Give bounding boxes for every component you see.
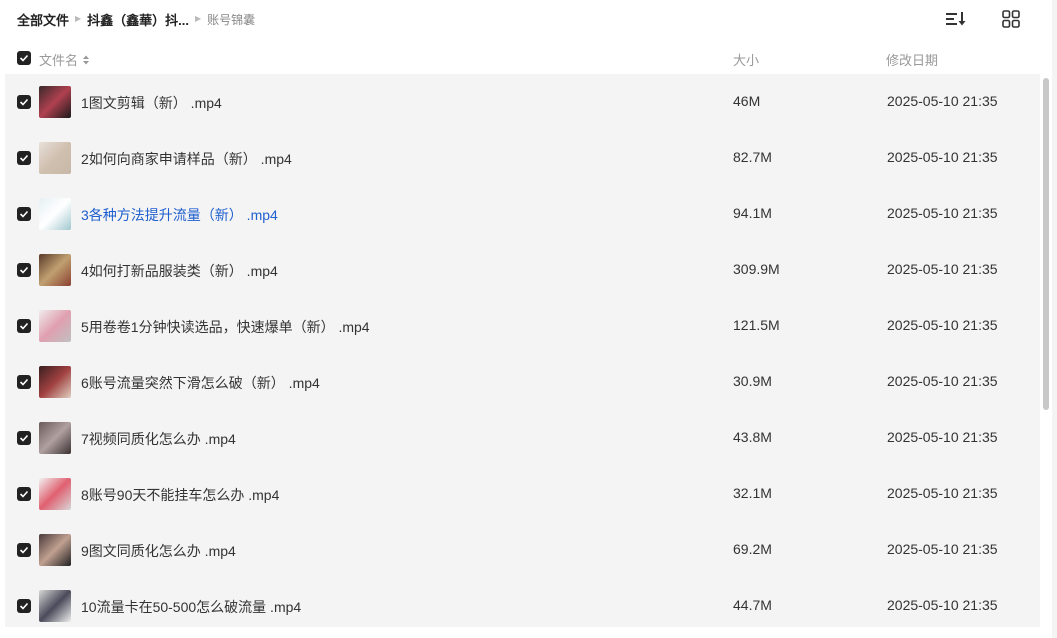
breadcrumb-current: 账号锦囊 (207, 13, 256, 27)
file-row[interactable]: 5用卷卷1分钟快读选品，快速爆单（新） .mp4 121.5M 2025-05-10… (5, 298, 1040, 354)
file-name[interactable]: 3各种方法提升流量（新） .mp4 (81, 205, 278, 225)
panel-edge (1052, 0, 1057, 638)
file-row[interactable]: 8账号90天不能挂车怎么办 .mp4 32.1M 2025-05-10 21:35 (5, 466, 1040, 522)
name-column-header[interactable]: 文件名 (39, 50, 90, 69)
breadcrumb-root[interactable]: 全部文件 (17, 10, 69, 29)
column-header: 文件名 大小 修改日期 (0, 44, 1040, 72)
row-checkbox[interactable] (17, 95, 31, 109)
file-name[interactable]: 9图文同质化怎么办 .mp4 (81, 541, 236, 561)
sort-list-icon[interactable] (943, 6, 969, 32)
video-thumbnail[interactable] (39, 590, 71, 622)
file-list: 1图文剪辑（新） .mp4 46M 2025-05-10 21:35 2如何向商家申请… (5, 74, 1040, 627)
row-checkbox[interactable] (17, 263, 31, 277)
file-date: 2025-05-10 21:35 (887, 597, 998, 613)
scrollbar-thumb[interactable] (1043, 78, 1049, 410)
file-name[interactable]: 1图文剪辑（新） .mp4 (81, 93, 222, 113)
file-row[interactable]: 3各种方法提升流量（新） .mp4 94.1M 2025-05-10 21:35 (5, 186, 1040, 242)
video-thumbnail[interactable] (39, 366, 71, 398)
file-name[interactable]: 2如何向商家申请样品（新） .mp4 (81, 149, 292, 169)
file-date: 2025-05-10 21:35 (887, 205, 998, 221)
breadcrumb: 全部文件 ▶ 抖鑫（鑫華）抖... ▶ 账号锦囊 (17, 10, 255, 29)
file-size: 69.2M (733, 541, 772, 557)
file-name[interactable]: 5用卷卷1分钟快读选品，快速爆单（新） .mp4 (81, 317, 370, 337)
video-thumbnail[interactable] (39, 478, 71, 510)
file-date: 2025-05-10 21:35 (887, 429, 998, 445)
row-checkbox[interactable] (17, 207, 31, 221)
file-date: 2025-05-10 21:35 (887, 373, 998, 389)
file-size: 46M (733, 93, 761, 109)
breadcrumb-separator-icon: ▶ (195, 14, 202, 23)
file-name[interactable]: 7视频同质化怎么办 .mp4 (81, 429, 236, 449)
sort-toggle-icon (83, 55, 90, 64)
file-date: 2025-05-10 21:35 (887, 261, 998, 277)
row-checkbox[interactable] (17, 599, 31, 613)
video-thumbnail[interactable] (39, 534, 71, 566)
row-checkbox[interactable] (17, 375, 31, 389)
file-name[interactable]: 4如何打新品服装类（新） .mp4 (81, 261, 278, 281)
row-checkbox[interactable] (17, 431, 31, 445)
row-checkbox[interactable] (17, 151, 31, 165)
file-row[interactable]: 10流量卡在50-500怎么破流量 .mp4 44.7M 2025-05-10 21… (5, 578, 1040, 634)
file-name[interactable]: 6账号流量突然下滑怎么破（新） .mp4 (81, 373, 320, 393)
file-row[interactable]: 6账号流量突然下滑怎么破（新） .mp4 30.9M 2025-05-10 21:3… (5, 354, 1040, 410)
file-date: 2025-05-10 21:35 (887, 485, 998, 501)
grid-view-icon[interactable] (998, 6, 1024, 32)
file-date: 2025-05-10 21:35 (887, 93, 998, 109)
file-size: 121.5M (733, 317, 780, 333)
row-checkbox[interactable] (17, 487, 31, 501)
file-size: 30.9M (733, 373, 772, 389)
video-thumbnail[interactable] (39, 422, 71, 454)
file-size: 94.1M (733, 205, 772, 221)
file-size: 43.8M (733, 429, 772, 445)
video-thumbnail[interactable] (39, 310, 71, 342)
name-column-label: 文件名 (39, 53, 79, 68)
file-row[interactable]: 2如何向商家申请样品（新） .mp4 82.7M 2025-05-10 21:35 (5, 130, 1040, 186)
top-bar: 全部文件 ▶ 抖鑫（鑫華）抖... ▶ 账号锦囊 (0, 0, 1057, 38)
size-column-header[interactable]: 大小 (733, 50, 759, 69)
file-row[interactable]: 9图文同质化怎么办 .mp4 69.2M 2025-05-10 21:35 (5, 522, 1040, 578)
file-date: 2025-05-10 21:35 (887, 149, 998, 165)
video-thumbnail[interactable] (39, 86, 71, 118)
breadcrumb-separator-icon: ▶ (75, 14, 82, 23)
video-thumbnail[interactable] (39, 198, 71, 230)
file-date: 2025-05-10 21:35 (887, 317, 998, 333)
file-size: 32.1M (733, 485, 772, 501)
row-checkbox[interactable] (17, 543, 31, 557)
file-size: 44.7M (733, 597, 772, 613)
file-size: 82.7M (733, 149, 772, 165)
date-column-header[interactable]: 修改日期 (886, 50, 938, 69)
row-checkbox[interactable] (17, 319, 31, 333)
select-all-checkbox[interactable] (17, 51, 31, 65)
file-date: 2025-05-10 21:35 (887, 541, 998, 557)
file-name[interactable]: 8账号90天不能挂车怎么办 .mp4 (81, 485, 279, 505)
video-thumbnail[interactable] (39, 254, 71, 286)
file-row[interactable]: 7视频同质化怎么办 .mp4 43.8M 2025-05-10 21:35 (5, 410, 1040, 466)
file-row[interactable]: 4如何打新品服装类（新） .mp4 309.9M 2025-05-10 21:35 (5, 242, 1040, 298)
file-name[interactable]: 10流量卡在50-500怎么破流量 .mp4 (81, 597, 301, 617)
file-row[interactable]: 1图文剪辑（新） .mp4 46M 2025-05-10 21:35 (5, 74, 1040, 130)
video-thumbnail[interactable] (39, 142, 71, 174)
file-size: 309.9M (733, 261, 780, 277)
breadcrumb-parent[interactable]: 抖鑫（鑫華）抖... (87, 10, 189, 29)
